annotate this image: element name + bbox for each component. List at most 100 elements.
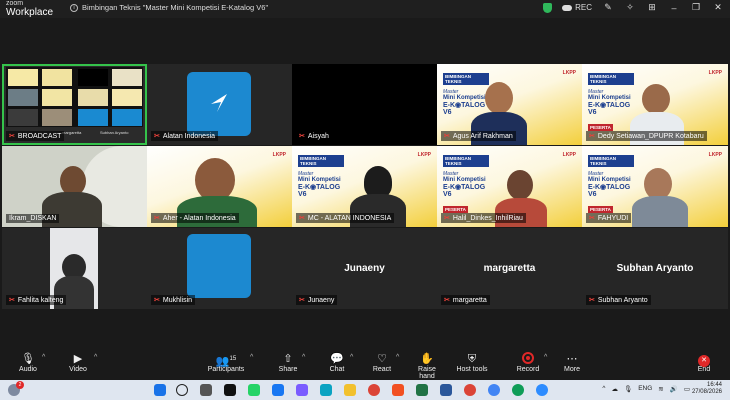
chat-options-caret[interactable]: ^ bbox=[350, 354, 353, 361]
video-tile-fahlita[interactable]: ✂ Fahlita kalteng bbox=[2, 228, 147, 309]
cloud-status-icon[interactable]: ☁ bbox=[611, 385, 618, 393]
magic-icon[interactable]: ✧ bbox=[624, 2, 636, 13]
mic-muted-icon: ✂ bbox=[299, 297, 305, 304]
video-button[interactable]: ▶ Video bbox=[64, 352, 92, 373]
chevron-up-icon[interactable]: ^ bbox=[602, 385, 605, 393]
language-indicator[interactable]: ENG bbox=[638, 385, 652, 393]
react-button[interactable]: ♡ React bbox=[370, 352, 394, 373]
tiktok-icon[interactable] bbox=[224, 384, 236, 396]
person-head bbox=[485, 82, 513, 114]
store-icon[interactable] bbox=[392, 384, 404, 396]
participant-name-tag: ✂ Halil_Dinkes_InhilRiau bbox=[441, 213, 526, 223]
record-button[interactable]: Record bbox=[514, 352, 542, 373]
notification-badge: 2 bbox=[16, 381, 24, 389]
participant-name-tag: ✂ FAHYUDI bbox=[586, 213, 632, 223]
slide-title: BIMBINGAN TEKNIS Master Mini Kompetisi E… bbox=[443, 70, 489, 116]
slide-logo: LKPP bbox=[708, 70, 722, 76]
share-options-caret[interactable]: ^ bbox=[302, 354, 305, 361]
todo-icon[interactable] bbox=[440, 384, 452, 396]
video-tile-fahyudi[interactable]: BIMBINGAN TEKNIS Master Mini Kompetisi E… bbox=[582, 146, 728, 227]
avatar bbox=[187, 234, 251, 298]
participant-name-tag: ✂ Agus Arif Rakhman bbox=[441, 131, 516, 141]
view-icon[interactable]: ⊞ bbox=[646, 2, 658, 13]
video-tile-ikram-diskan[interactable]: Ikram_DISKAN bbox=[2, 146, 147, 227]
participant-name-tag: ✂ Aisyah bbox=[296, 131, 332, 141]
zoom-app-icon[interactable] bbox=[536, 384, 548, 396]
mic-muted-icon: ✂ bbox=[154, 133, 160, 140]
copilot-icon[interactable] bbox=[296, 384, 308, 396]
participant-name-tag: ✂ Fahlita kalteng bbox=[6, 295, 67, 305]
participant-name-tag: ✂ Alatan Indonesia bbox=[151, 131, 219, 141]
mic-icon[interactable]: 🎙 bbox=[624, 385, 632, 393]
person-head bbox=[507, 170, 533, 200]
share-button[interactable]: ⇧ Share bbox=[276, 352, 300, 373]
clock[interactable]: 16:44 27/08/2026 bbox=[692, 382, 722, 396]
edge-icon[interactable] bbox=[320, 384, 332, 396]
participant-name-tag: ✂ Mukhlisin bbox=[151, 295, 196, 305]
maximize-icon[interactable]: ❐ bbox=[690, 2, 702, 13]
slide-logo: LKPP bbox=[417, 152, 431, 158]
more-button[interactable]: ⋯ More bbox=[560, 352, 584, 373]
raise-hand-button[interactable]: ✋ Raise hand bbox=[410, 352, 444, 380]
thumbnail-label-1: margaretta bbox=[62, 130, 82, 135]
video-tile-aisyah[interactable]: ✂ Aisyah bbox=[292, 64, 437, 145]
audio-button[interactable]: 🎙 Audio bbox=[14, 352, 42, 373]
share-screen-icon: ⇧ bbox=[283, 353, 293, 365]
video-tile-agus-arif-rakhman[interactable]: BIMBINGAN TEKNIS Master Mini Kompetisi E… bbox=[437, 64, 582, 145]
chrome-icon[interactable] bbox=[368, 384, 380, 396]
video-options-caret[interactable]: ^ bbox=[94, 354, 97, 361]
clock-date: 27/08/2026 bbox=[691, 389, 722, 395]
mic-muted-icon: ✂ bbox=[444, 297, 450, 304]
video-tile-subhan-aryanto[interactable]: Subhan Aryanto ✂ Subhan Aryanto bbox=[582, 228, 728, 309]
participants-button[interactable]: 👥15 Participants bbox=[206, 352, 246, 373]
meeting-info[interactable]: i Bimbingan Teknis "Master Mini Kompetis… bbox=[70, 3, 268, 12]
mic-muted-icon: ✂ bbox=[299, 133, 305, 140]
start-icon[interactable] bbox=[154, 384, 166, 396]
record-options-caret[interactable]: ^ bbox=[544, 354, 547, 361]
participants-options-caret[interactable]: ^ bbox=[250, 354, 253, 361]
zoom-window: zoom Workplace i Bimbingan Teknis "Maste… bbox=[0, 0, 730, 400]
wifi-icon[interactable]: ≋ bbox=[658, 385, 663, 393]
volume-icon[interactable]: 🔊 bbox=[670, 385, 678, 393]
title-bar: zoom Workplace i Bimbingan Teknis "Maste… bbox=[0, 0, 730, 18]
video-tile-alatan-indonesia[interactable]: ✂ Alatan Indonesia bbox=[147, 64, 292, 145]
react-options-caret[interactable]: ^ bbox=[396, 354, 399, 361]
task-view-icon[interactable] bbox=[200, 384, 212, 396]
battery-icon[interactable]: ▭ bbox=[684, 385, 690, 393]
heart-icon: ♡ bbox=[377, 353, 387, 365]
chat-icon: 💬 bbox=[330, 353, 344, 365]
facebook-icon[interactable] bbox=[272, 384, 284, 396]
mic-muted-icon: ✂ bbox=[444, 215, 450, 222]
video-tile-dedy-setiawan[interactable]: BIMBINGAN TEKNIS Master Mini Kompetisi E… bbox=[582, 64, 728, 145]
minimize-icon[interactable]: – bbox=[668, 3, 680, 13]
video-tile-broadcast[interactable]: margaretta Subhan Aryanto ✂ BROADCAST bbox=[2, 64, 147, 145]
video-tile-mukhlisin[interactable]: ✂ Mukhlisin bbox=[147, 228, 292, 309]
host-tools-button[interactable]: ⛨ Host tools bbox=[456, 352, 488, 373]
shield-icon[interactable] bbox=[543, 2, 553, 13]
search-icon[interactable] bbox=[176, 384, 188, 396]
video-tile-mc-alatan[interactable]: BIMBINGAN TEKNIS Master Mini Kompetisi E… bbox=[292, 146, 437, 227]
end-button[interactable]: ✕ End bbox=[694, 352, 714, 373]
file-explorer-icon[interactable] bbox=[344, 384, 356, 396]
recording-indicator[interactable]: REC bbox=[562, 3, 592, 12]
participant-name-tag: ✂ BROADCAST bbox=[6, 131, 65, 141]
chrome-profile2-icon[interactable] bbox=[488, 384, 500, 396]
chrome-profile-icon[interactable] bbox=[464, 384, 476, 396]
chat-button[interactable]: 💬 Chat bbox=[326, 352, 348, 373]
info-icon[interactable]: i bbox=[70, 3, 78, 12]
video-tile-junaeny[interactable]: Junaeny ✂ Junaeny bbox=[292, 228, 437, 309]
participant-name-tag: ✂ MC - ALATAN INDONESIA bbox=[296, 213, 395, 223]
whatsapp-icon[interactable] bbox=[248, 384, 260, 396]
role-badge: PESERTA bbox=[443, 206, 468, 213]
video-tile-margaretta[interactable]: margaretta ✂ margaretta bbox=[437, 228, 582, 309]
microphone-muted-icon: 🎙 bbox=[21, 353, 35, 365]
close-icon[interactable]: ✕ bbox=[712, 2, 724, 13]
video-tile-aher[interactable]: LKPP ✂ Aher - Alatan Indonesia bbox=[147, 146, 292, 227]
pin-icon[interactable]: ✎ bbox=[602, 2, 614, 13]
video-tile-halil[interactable]: BIMBINGAN TEKNIS Master Mini Kompetisi E… bbox=[437, 146, 582, 227]
thumbnail-gallery bbox=[6, 67, 143, 127]
excel-icon[interactable] bbox=[416, 384, 428, 396]
chrome-profile3-icon[interactable] bbox=[512, 384, 524, 396]
mic-muted-icon: ✂ bbox=[444, 133, 450, 140]
audio-options-caret[interactable]: ^ bbox=[42, 354, 45, 361]
